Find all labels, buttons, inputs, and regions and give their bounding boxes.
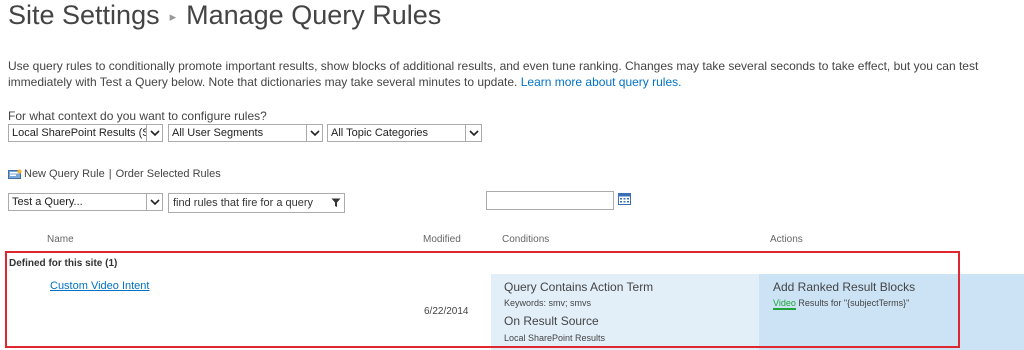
find-rules-value: find rules that fire for a query [173,197,314,209]
intro-text: Use query rules to conditionally promote… [8,59,979,89]
chevron-down-icon[interactable] [306,125,322,141]
new-query-rule-button[interactable]: New Query Rule [24,168,105,180]
context-label: For what context do you want to configur… [8,109,267,123]
column-header-actions: Actions [770,234,803,245]
chevron-down-icon[interactable] [146,194,162,210]
page-title-bar: Site Settings ▸ Manage Query Rules [8,0,441,31]
filter-icon[interactable] [331,198,341,208]
topic-categories-dropdown[interactable]: All Topic Categories [327,124,482,142]
result-source-value: Local SharePoint Results (Syste [12,127,163,139]
column-header-modified[interactable]: Modified [423,234,461,245]
query-rules-toolbar: New Query Rule | Order Selected Rules [8,168,221,180]
column-header-name[interactable]: Name [47,234,74,245]
date-input[interactable] [486,191,614,210]
test-query-dropdown[interactable]: Test a Query... [8,193,163,211]
user-segments-dropdown[interactable]: All User Segments [168,124,323,142]
toolbar-separator: | [108,168,112,180]
column-header-conditions: Conditions [502,234,550,245]
order-selected-rules-button[interactable]: Order Selected Rules [116,168,221,180]
topic-categories-value: All Topic Categories [331,127,429,139]
chevron-down-icon[interactable] [146,125,162,141]
intro-paragraph: Use query rules to conditionally promote… [8,58,1016,90]
result-source-dropdown[interactable]: Local SharePoint Results (Syste [8,124,163,142]
page-title: Manage Query Rules [186,0,442,30]
breadcrumb-separator-icon: ▸ [169,9,177,24]
test-query-value: Test a Query... [12,196,83,208]
new-rule-icon [8,169,22,179]
breadcrumb-site-settings[interactable]: Site Settings [8,0,160,30]
user-segments-value: All User Segments [172,127,264,139]
find-rules-input[interactable]: find rules that fire for a query [168,193,345,213]
highlight-box [5,251,960,348]
chevron-down-icon[interactable] [465,125,481,141]
learn-more-link[interactable]: Learn more about query rules. [521,75,682,89]
calendar-icon[interactable] [618,193,631,205]
